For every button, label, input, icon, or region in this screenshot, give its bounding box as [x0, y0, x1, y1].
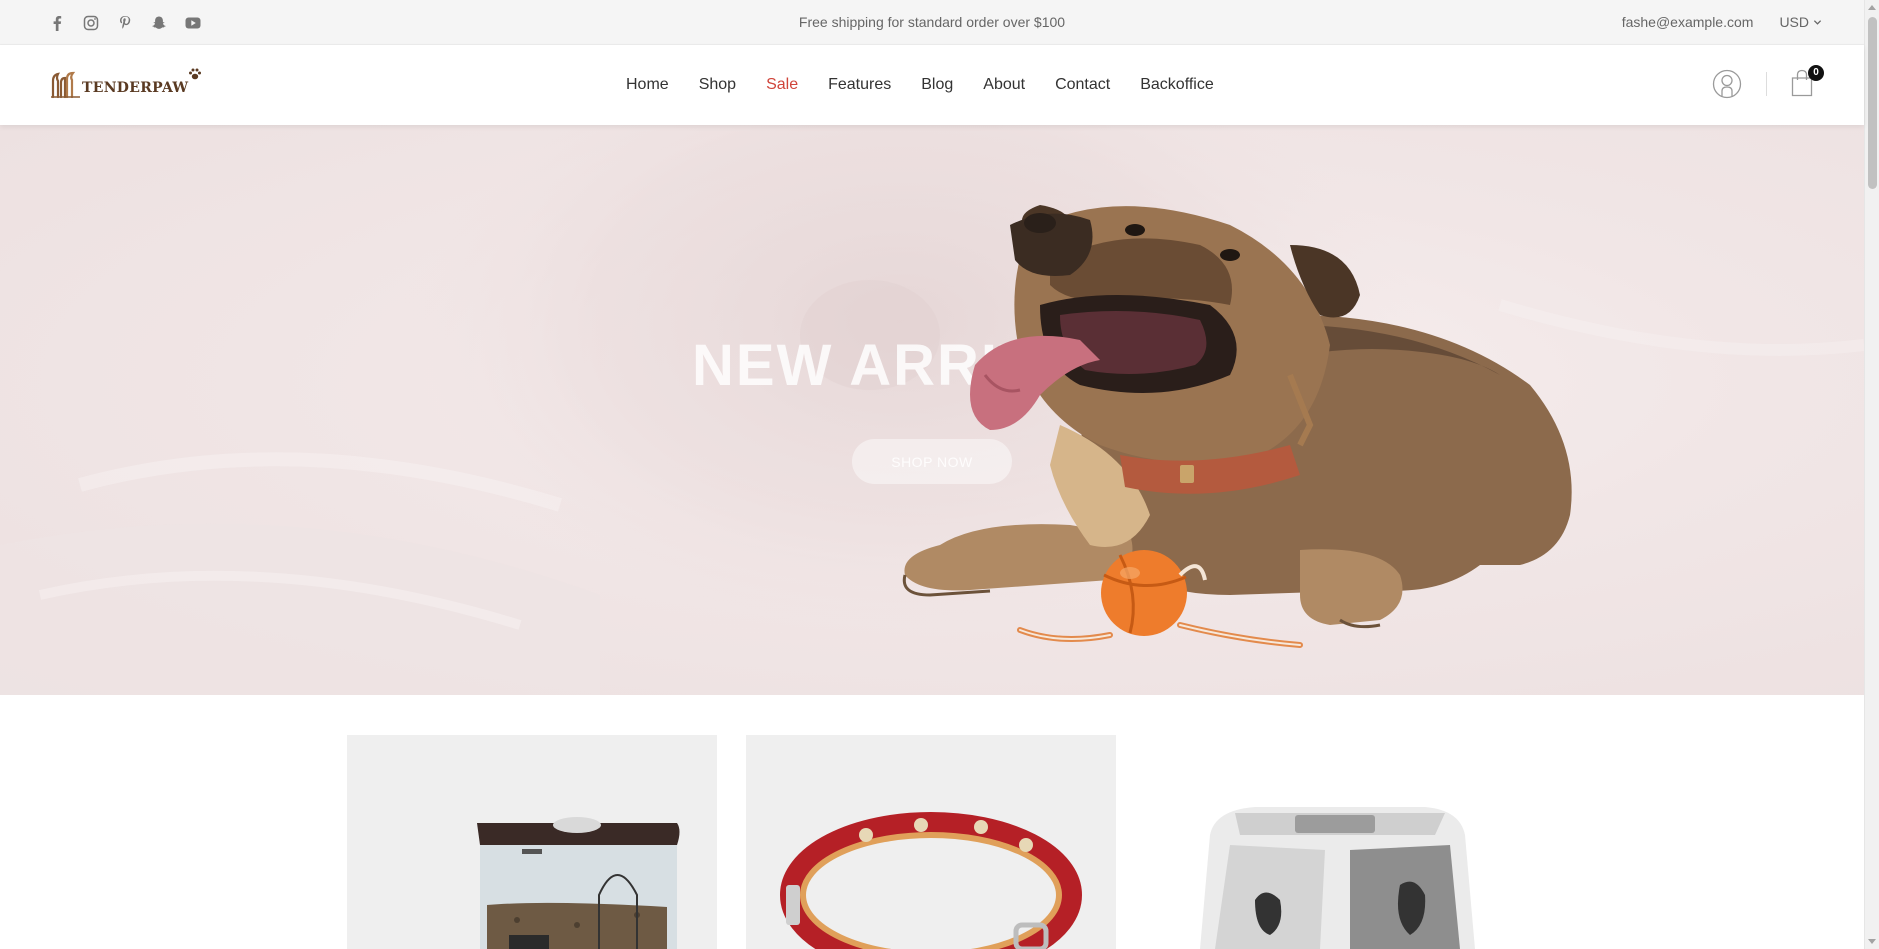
logo-dogs-icon: [51, 71, 80, 99]
header-divider: [1766, 72, 1767, 96]
cart-button[interactable]: 0: [1790, 65, 1824, 99]
top-right-links: fashe@example.com USD: [1622, 14, 1822, 30]
logo-text: TENDERPAW: [82, 80, 189, 96]
scroll-down-arrow-icon[interactable]: [1868, 939, 1876, 944]
top-bar: Free shipping for standard order over $1…: [0, 0, 1864, 45]
main-nav: Home Shop Sale Features Blog About Conta…: [626, 45, 1214, 125]
dog-with-ball-image: [902, 205, 1572, 648]
nav-features[interactable]: Features: [828, 76, 891, 94]
product-grid: [347, 735, 1515, 949]
nav-about[interactable]: About: [983, 76, 1025, 94]
cat-litter-box-icon: [1200, 807, 1475, 949]
chevron-down-icon: [1813, 19, 1822, 25]
nav-home[interactable]: Home: [626, 76, 669, 94]
nav-contact[interactable]: Contact: [1055, 76, 1110, 94]
product-card-food-dispenser[interactable]: [347, 735, 717, 949]
user-account-icon[interactable]: [1712, 69, 1742, 99]
contact-email-link[interactable]: fashe@example.com: [1622, 14, 1754, 30]
hero-banner: NEW ARRIVALS SHOP NOW: [0, 125, 1864, 695]
product-card-cat-litter-box[interactable]: [1145, 735, 1515, 949]
dog-collar-icon: [780, 812, 1082, 949]
food-dispenser-icon: [477, 817, 680, 949]
nav-backoffice[interactable]: Backoffice: [1140, 76, 1214, 94]
currency-label: USD: [1779, 14, 1809, 30]
main-header: TENDERPAW Home Shop Sale Features Blog A…: [0, 45, 1864, 125]
scroll-thumb[interactable]: [1868, 17, 1877, 189]
scroll-up-arrow-icon[interactable]: [1868, 5, 1876, 10]
site-logo[interactable]: TENDERPAW: [50, 67, 202, 99]
shipping-promo: Free shipping for standard order over $1…: [798, 14, 1066, 30]
product-card-red-collar[interactable]: [746, 735, 1116, 949]
paw-icon: [189, 68, 202, 80]
cart-count-badge: 0: [1808, 65, 1824, 81]
nav-shop[interactable]: Shop: [699, 76, 736, 94]
nav-sale[interactable]: Sale: [766, 76, 798, 94]
currency-selector[interactable]: USD: [1779, 14, 1822, 30]
nav-blog[interactable]: Blog: [921, 76, 953, 94]
header-actions: 0: [1712, 65, 1824, 99]
page-scrollbar[interactable]: [1864, 0, 1879, 949]
